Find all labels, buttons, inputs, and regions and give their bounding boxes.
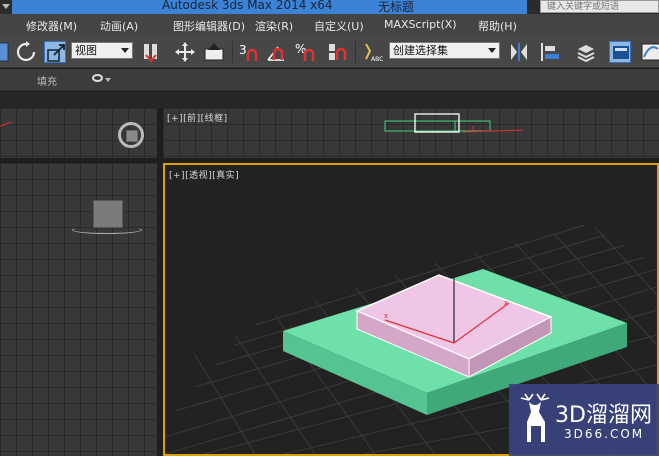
curve-editor-icon[interactable] xyxy=(640,41,659,63)
menu-animation[interactable]: 动画(A) xyxy=(100,18,138,34)
select-and-manipulate-icon[interactable] xyxy=(174,41,196,63)
menu-bar: 修改器(M) 动画(A) 图形编辑器(D) 渲染(R) 自定义(U) MAXSc… xyxy=(0,14,659,35)
main-toolbar: 视图 3 % ABC 创建选择集 xyxy=(0,35,659,68)
viewport-area-header xyxy=(0,92,659,108)
deer-logo-icon xyxy=(520,393,550,442)
toolbar-separator xyxy=(355,41,356,63)
menu-modifiers[interactable]: 修改器(M) xyxy=(26,18,77,34)
layer-manager-icon[interactable] xyxy=(575,41,597,63)
reference-coordinate-dropdown[interactable]: 视图 xyxy=(71,42,133,59)
keyboard-shortcut-icon[interactable] xyxy=(203,41,225,63)
pivot-icon[interactable] xyxy=(140,41,162,63)
menu-customize[interactable]: 自定义(U) xyxy=(314,18,364,34)
watermark-url: 3D66.COM xyxy=(564,427,645,441)
viewport-front[interactable]: [+][前][线框] xyxy=(163,108,659,158)
mirror-icon[interactable] xyxy=(508,41,530,63)
viewcube-icon[interactable] xyxy=(118,122,144,148)
ribbon-bar: 填充 xyxy=(0,69,659,91)
menu-graph-editors[interactable]: 图形编辑器(D) xyxy=(173,18,245,34)
align-icon[interactable] xyxy=(539,41,561,63)
scale-icon[interactable] xyxy=(44,41,66,63)
select-object-icon[interactable] xyxy=(0,41,10,63)
watermark: 3D溜溜网 3D66.COM xyxy=(509,384,659,456)
search-input[interactable] xyxy=(547,1,655,13)
menu-rendering[interactable]: 渲染(R) xyxy=(255,18,293,34)
chevron-down-icon[interactable] xyxy=(105,78,111,82)
angle-snap-icon[interactable] xyxy=(265,41,287,63)
watermark-brand: 3D溜溜网 xyxy=(555,403,652,428)
viewport-left[interactable] xyxy=(0,163,157,456)
svg-text:x: x xyxy=(504,299,508,307)
document-title: 无标题 xyxy=(378,0,415,14)
snap-toggle-icon[interactable]: 3 xyxy=(238,41,260,63)
ribbon-populate-tab[interactable]: 填充 xyxy=(37,73,57,88)
toolbar-separator xyxy=(232,41,233,63)
search-box[interactable] xyxy=(540,0,659,13)
named-selection-set-dropdown[interactable]: 创建选择集 xyxy=(389,42,500,59)
percent-snap-icon[interactable]: % xyxy=(295,41,317,63)
chevron-down-icon xyxy=(488,48,496,53)
svg-text:ABC: ABC xyxy=(371,56,383,63)
front-view-wireframe xyxy=(384,113,524,133)
graphite-modeling-tools-icon[interactable] xyxy=(609,41,631,63)
svg-text:x: x xyxy=(384,312,388,320)
title-bar: Autodesk 3ds Max 2014 x64 无标题 xyxy=(0,0,659,14)
left-view-cube-ring xyxy=(72,226,142,234)
spinner-snap-icon[interactable] xyxy=(326,41,348,63)
title-bar-highlight: Autodesk 3ds Max 2014 x64 无标题 xyxy=(12,0,527,14)
rotate-icon[interactable] xyxy=(15,41,37,63)
snap-toggle-label: 3 xyxy=(239,43,247,57)
quick-access-caret-icon[interactable] xyxy=(2,4,10,9)
left-view-cube-icon[interactable] xyxy=(93,200,123,228)
chevron-down-icon xyxy=(121,48,129,53)
reference-coordinate-value: 视图 xyxy=(75,44,97,57)
named-selection-set-value: 创建选择集 xyxy=(393,44,448,57)
menu-help[interactable]: 帮助(H) xyxy=(478,18,517,34)
edit-named-selection-icon[interactable]: ABC xyxy=(362,41,384,63)
eye-icon[interactable] xyxy=(92,74,103,82)
app-title: Autodesk 3ds Max 2014 x64 xyxy=(162,0,333,12)
menu-maxscript[interactable]: MAXScript(X) xyxy=(384,18,457,31)
viewport-perspective-label[interactable]: [+][透视][真实] xyxy=(169,168,239,181)
